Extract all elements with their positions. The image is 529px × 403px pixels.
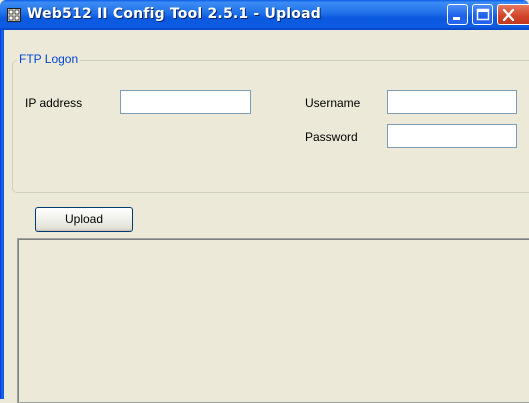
password-label: Password: [305, 130, 358, 144]
username-label: Username: [305, 96, 361, 110]
app-icon: [7, 8, 21, 22]
minimize-icon: [453, 17, 460, 20]
minimize-button[interactable]: [447, 4, 468, 25]
password-input[interactable]: [387, 124, 517, 148]
title-bar[interactable]: Web512 II Config Tool 2.5.1 - Upload: [0, 0, 529, 30]
username-input[interactable]: [387, 90, 517, 114]
maximize-icon: [476, 8, 490, 21]
upload-window: Web512 II Config Tool 2.5.1 - Upload FTP…: [0, 0, 529, 403]
close-icon: [502, 8, 515, 22]
maximize-button[interactable]: [472, 4, 493, 25]
ftp-logon-legend: FTP Logon: [17, 52, 81, 66]
ip-address-input[interactable]: [120, 90, 251, 114]
window-frame-left: [0, 30, 4, 399]
upload-log-panel[interactable]: [17, 238, 529, 403]
window-title: Web512 II Config Tool 2.5.1 - Upload: [27, 6, 321, 22]
close-button[interactable]: [497, 4, 529, 25]
upload-button[interactable]: Upload: [35, 207, 133, 232]
ip-address-label: IP address: [25, 96, 83, 110]
